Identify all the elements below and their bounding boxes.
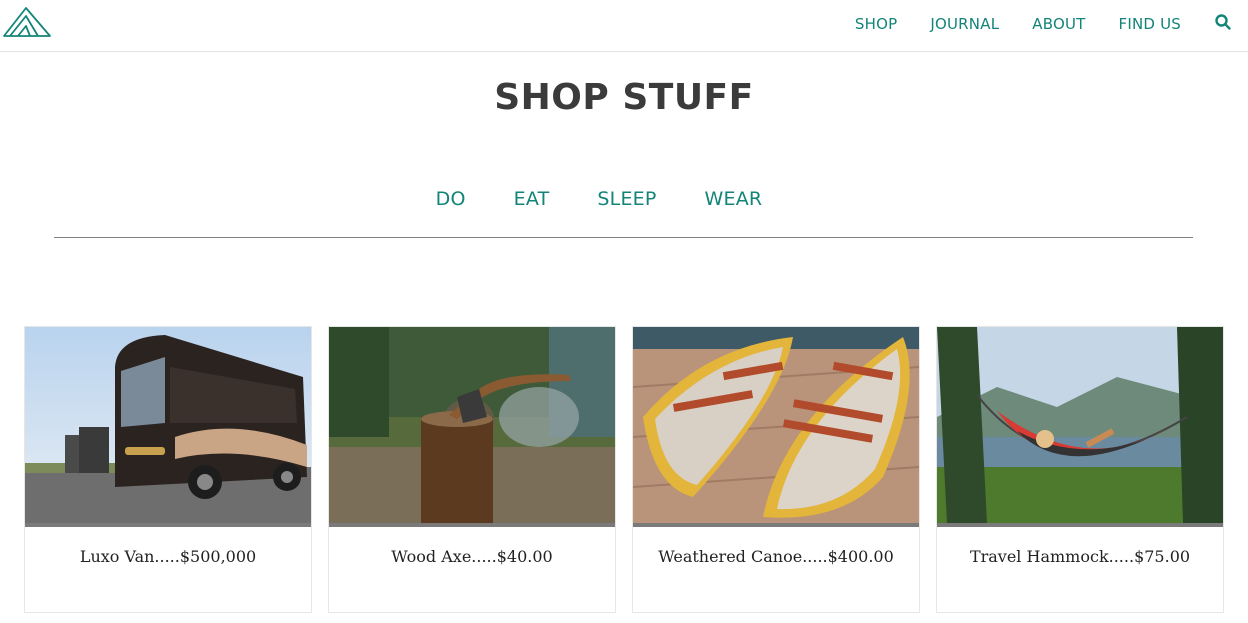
product-caption: Travel Hammock.....$75.00 (969, 547, 1191, 566)
section-divider (54, 237, 1193, 238)
category-wear[interactable]: WEAR (705, 184, 763, 214)
product-card-travel-hammock[interactable]: Travel Hammock.....$75.00 (936, 326, 1224, 613)
nav-find-us[interactable]: FIND US (1119, 15, 1182, 33)
nav-journal[interactable]: JOURNAL (930, 15, 999, 33)
search-icon[interactable] (1214, 13, 1232, 31)
category-eat[interactable]: EAT (514, 184, 550, 214)
card-image-bar (633, 523, 919, 527)
card-image-bar (937, 523, 1223, 527)
tent-logo-icon[interactable] (2, 4, 52, 38)
nav-shop[interactable]: SHOP (855, 15, 897, 33)
product-card-weathered-canoe[interactable]: Weathered Canoe.....$400.00 (632, 326, 920, 613)
product-caption: Luxo Van.....$500,000 (79, 547, 257, 566)
product-image-luxo-van (25, 327, 311, 523)
main-nav: SHOP JOURNAL ABOUT FIND US (855, 0, 1248, 48)
product-card-luxo-van[interactable]: Luxo Van.....$500,000 (24, 326, 312, 613)
card-image-bar (329, 523, 615, 527)
product-caption: Wood Axe.....$40.00 (391, 547, 553, 566)
product-image-wood-axe (329, 327, 615, 523)
page-title: SHOP STUFF (494, 77, 754, 118)
category-filter: DO EAT SLEEP WEAR (0, 184, 1198, 214)
product-card-wood-axe[interactable]: Wood Axe.....$40.00 (328, 326, 616, 613)
product-image-weathered-canoe (633, 327, 919, 523)
nav-about[interactable]: ABOUT (1032, 15, 1085, 33)
category-sleep[interactable]: SLEEP (597, 184, 656, 214)
product-caption: Weathered Canoe.....$400.00 (658, 547, 894, 566)
card-image-bar (25, 523, 311, 527)
product-image-travel-hammock (937, 327, 1223, 523)
category-do[interactable]: DO (436, 184, 466, 214)
product-grid: Luxo Van.....$500,000 Wood Axe.....$40.0… (24, 326, 1224, 613)
top-navigation-bar: SHOP JOURNAL ABOUT FIND US (0, 0, 1248, 52)
